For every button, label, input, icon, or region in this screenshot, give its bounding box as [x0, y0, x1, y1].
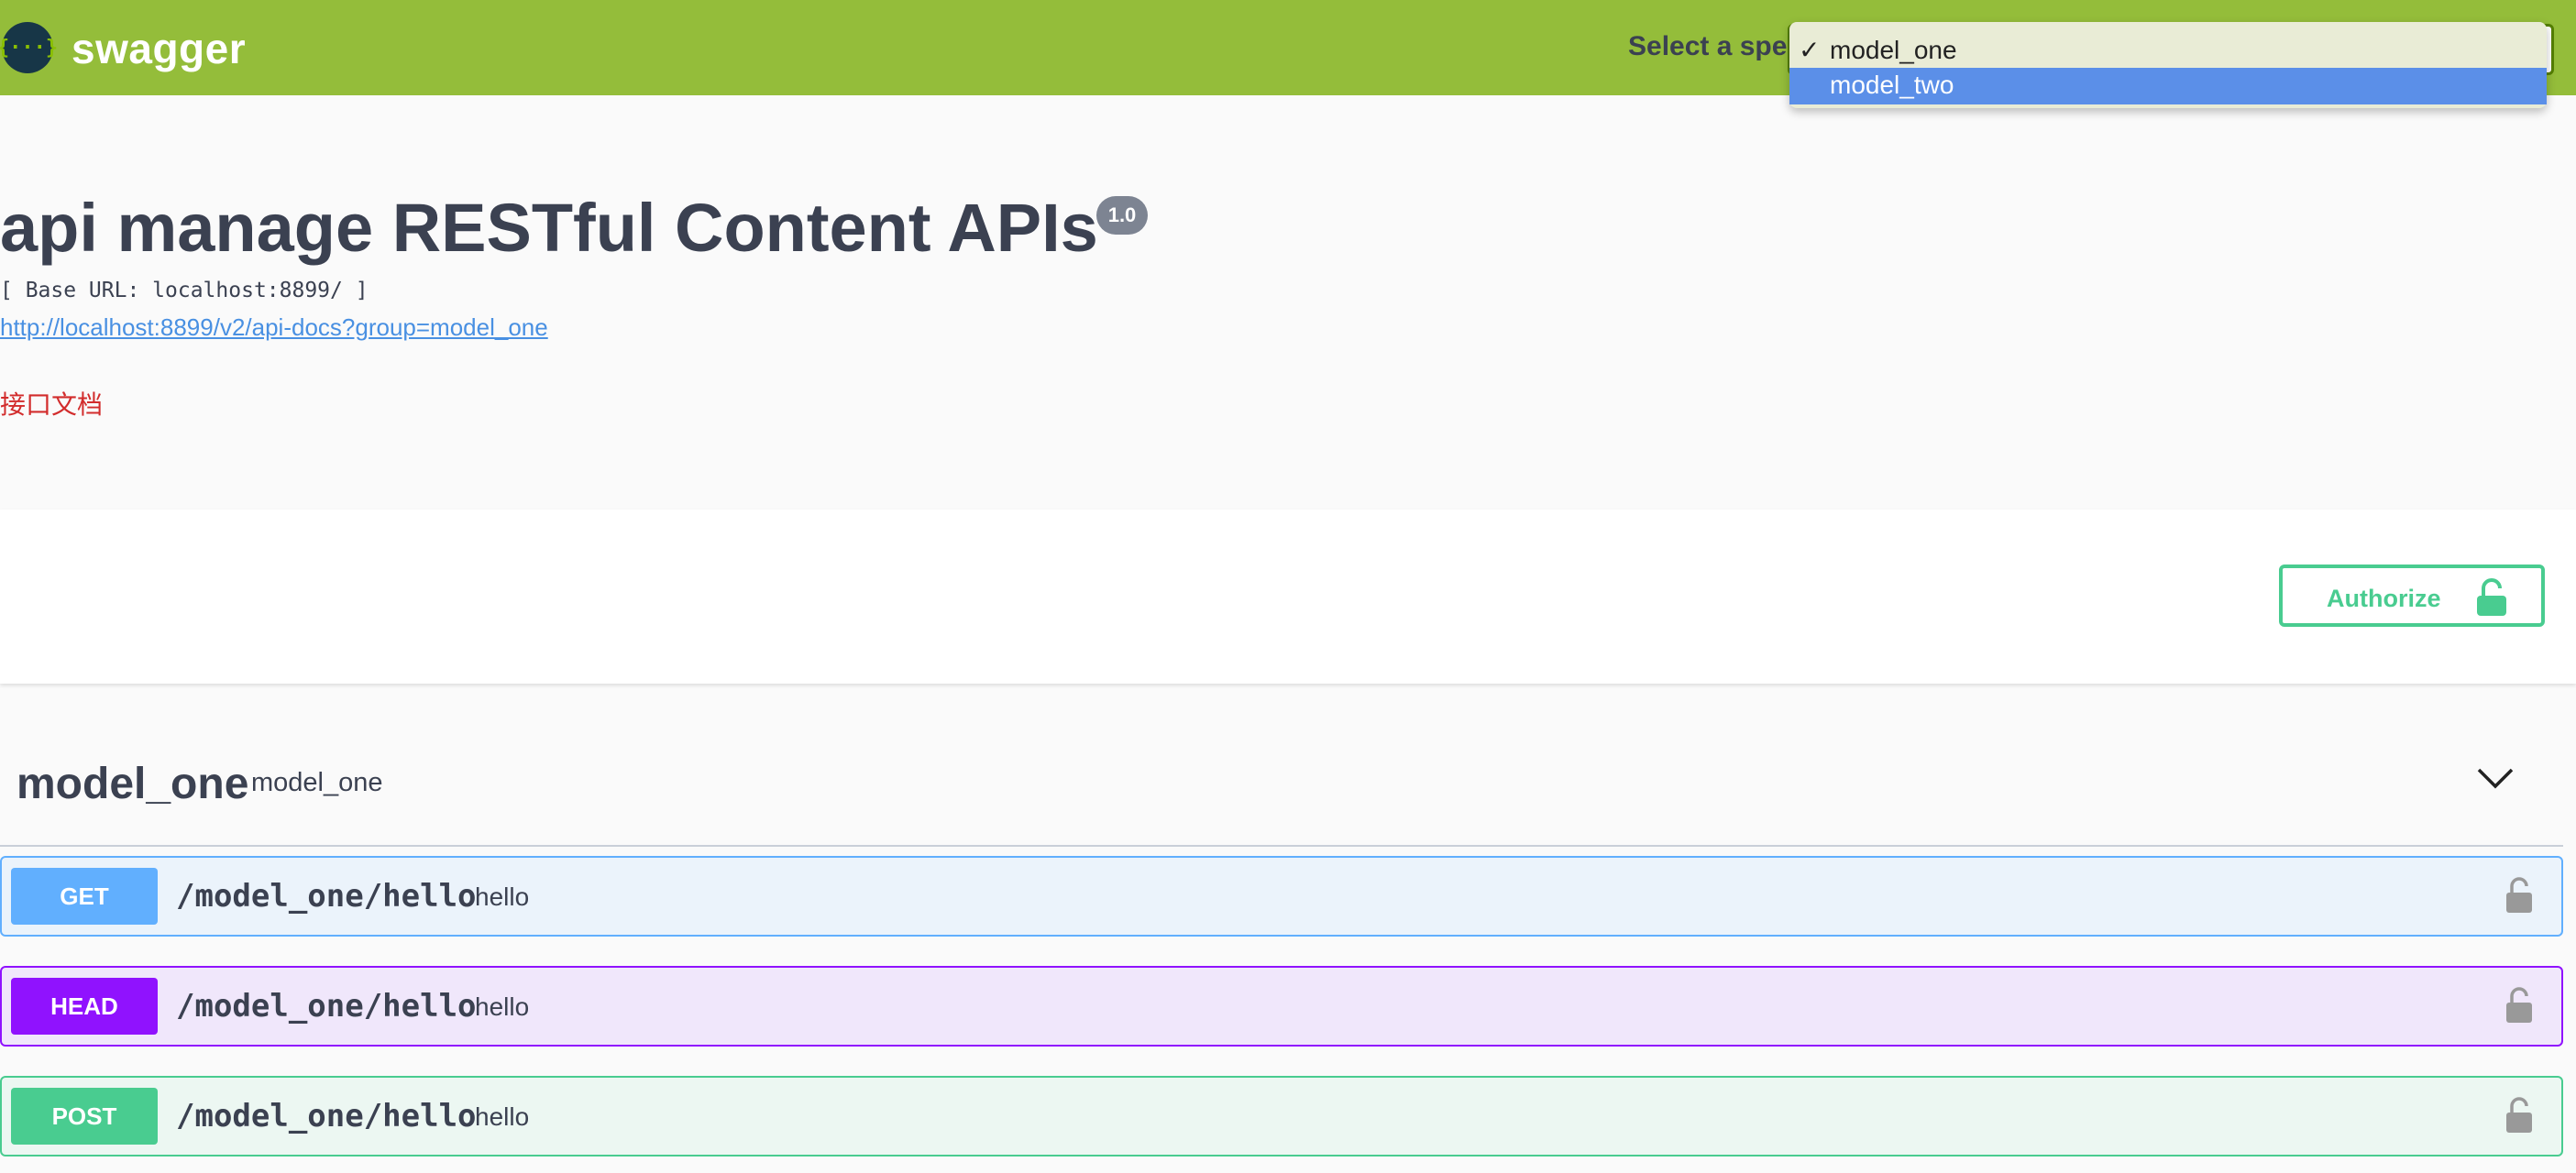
tag-header-model-one[interactable]: model_one model_one — [0, 744, 2563, 847]
checkmark-icon: ✓ — [1799, 36, 1821, 64]
unlocked-icon — [2477, 578, 2506, 616]
operation-summary: hello — [475, 992, 530, 1021]
operation-get-model-one-hello[interactable]: GET /model_one/hello hello — [0, 856, 2563, 937]
auth-wrapper — [0, 510, 2576, 684]
unlocked-icon[interactable] — [2504, 986, 2534, 1025]
unlocked-icon[interactable] — [2504, 876, 2534, 915]
operation-head-model-one-hello[interactable]: HEAD /model_one/hello hello — [0, 966, 2563, 1047]
tag-name: model_one — [17, 760, 249, 808]
swagger-logo-icon[interactable]: {···} — [0, 22, 58, 73]
api-description: 接口文档 — [0, 390, 104, 419]
version-badge: 1.0 — [1096, 196, 1148, 235]
spec-select-label: Select a spec — [1628, 31, 1793, 61]
operation-summary: hello — [475, 882, 530, 911]
unlocked-icon[interactable] — [2504, 1096, 2534, 1135]
authorize-label: Authorize — [2327, 585, 2441, 612]
spec-dropdown-list: ✓ model_one model_two — [1789, 22, 2547, 108]
spec-option-label: model_two — [1830, 71, 1954, 99]
operation-post-model-one-hello[interactable]: POST /model_one/hello hello — [0, 1076, 2563, 1157]
method-badge-post: POST — [11, 1088, 158, 1145]
method-badge-head: HEAD — [11, 978, 158, 1035]
chevron-down-icon[interactable] — [2475, 764, 2515, 792]
tag-description: model_one — [251, 768, 383, 797]
operation-path: /model_one/hello — [176, 1098, 477, 1135]
api-title: api manage RESTful Content APIs — [0, 190, 1098, 266]
base-url: [ Base URL: localhost:8899/ ] — [0, 279, 369, 302]
method-badge-get: GET — [11, 868, 158, 925]
swagger-logo-text[interactable]: swagger — [72, 24, 246, 73]
spec-option-model-two[interactable]: model_two — [1789, 68, 2547, 104]
operation-summary: hello — [475, 1102, 530, 1131]
operation-path: /model_one/hello — [176, 988, 477, 1025]
api-docs-link[interactable]: http://localhost:8899/v2/api-docs?group=… — [0, 313, 548, 342]
authorize-button[interactable]: Authorize — [2279, 565, 2545, 627]
operation-path: /model_one/hello — [176, 878, 477, 915]
spec-option-model-one[interactable]: ✓ model_one — [1789, 33, 2547, 68]
spec-option-label: model_one — [1830, 36, 1957, 64]
